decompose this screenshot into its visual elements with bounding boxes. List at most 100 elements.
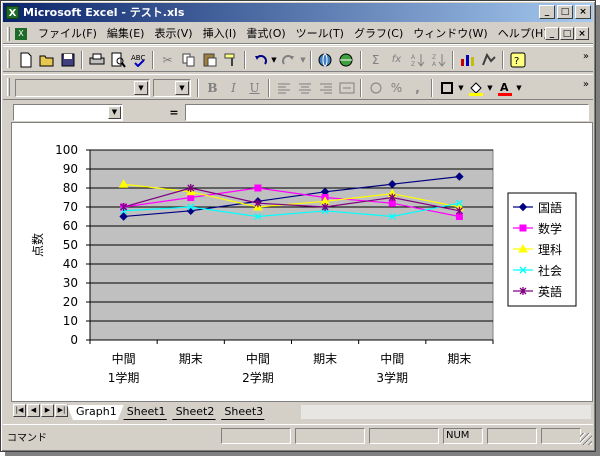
function-icon[interactable]: fx [386,49,407,70]
formula-bar: ▼ = [3,102,593,122]
standard-toolbar: ABC ✂ ▼ ▼ Σ fx AZ ZA ? » [3,46,593,72]
new-icon[interactable] [15,49,36,70]
drawing-icon[interactable] [478,49,499,70]
copy-icon[interactable] [178,49,199,70]
size-dropdown-icon[interactable]: ▼ [175,80,189,95]
last-sheet-icon[interactable]: ▶| [55,404,68,417]
menu-view[interactable]: 表示(V) [149,24,197,44]
chart-sheet[interactable]: 0 10 20 30 40 50 60 70 80 90 100 中間 1学期 期末 中間 2学期 期末 中間 3学… [11,122,593,402]
prev-sheet-icon[interactable]: ◀ [27,404,40,417]
line-chart[interactable]: 0 10 20 30 40 50 60 70 80 90 100 中間 1学期 期末 中間 2学期 期末 中間 3学… [12,123,592,401]
fill-color-dropdown-icon[interactable]: ▼ [486,84,494,92]
redo-icon[interactable] [278,49,299,70]
comma-button[interactable]: , [407,77,428,98]
web-icon[interactable] [336,49,357,70]
tab-sheet1[interactable]: Sheet1 [118,405,173,420]
underline-button[interactable]: U [244,77,265,98]
legend-marker [519,224,527,232]
close-button[interactable]: × [575,5,591,19]
x-tick-label: 中間 [380,351,404,366]
x-tick-label: 期末 [313,352,337,366]
y-tick-label: 0 [70,333,78,347]
next-sheet-icon[interactable]: ▶ [41,404,54,417]
doc-restore-button[interactable]: □ [560,27,574,40]
legend-label: 英語 [538,284,562,299]
doc-close-button[interactable]: × [575,27,589,40]
menu-file[interactable]: ファイル(F) [33,24,102,44]
menu-chart[interactable]: グラフ(C) [349,24,408,44]
font-color-icon[interactable]: A [494,77,515,98]
first-sheet-icon[interactable]: |◀ [13,404,26,417]
status-panel-5 [487,428,537,444]
formula-input[interactable] [185,104,589,121]
currency-icon[interactable] [365,77,386,98]
menu-tools[interactable]: ツール(T) [291,24,349,44]
percent-button[interactable]: % [386,77,407,98]
toolbar-grip-2[interactable] [7,78,10,96]
undo-dropdown-icon[interactable]: ▼ [270,56,278,64]
paste-icon[interactable] [199,49,220,70]
legend-label: 国語 [538,200,562,215]
svg-text:?: ? [514,56,519,67]
save-icon[interactable] [57,49,78,70]
cut-icon[interactable]: ✂ [157,49,178,70]
name-box-dropdown-icon[interactable]: ▼ [108,106,121,119]
tab-graph1[interactable]: Graph1 [67,405,124,420]
font-combo[interactable]: ▼ [15,78,150,97]
fill-color-icon[interactable] [465,77,486,98]
menu-insert[interactable]: 挿入(I) [198,24,242,44]
horizontal-scroll-area[interactable] [301,405,591,419]
office-assistant-icon[interactable]: ? [507,49,528,70]
print-icon[interactable] [86,49,107,70]
y-axis-label: 点数 [30,233,45,257]
y-tick-label: 10 [63,314,78,328]
svg-text:A: A [500,81,509,94]
document-icon[interactable]: X [15,28,27,40]
x-tick-label: 期末 [179,352,203,366]
open-icon[interactable] [36,49,57,70]
title-bar[interactable]: X Microsoft Excel - テスト.xls _ □ × [3,3,593,22]
excel-icon[interactable]: X [6,6,19,19]
minimize-button[interactable]: _ [539,5,555,19]
menu-grip[interactable] [7,27,10,41]
sort-desc-icon[interactable]: ZA [428,49,449,70]
borders-icon[interactable] [436,77,457,98]
merge-center-icon[interactable] [336,77,357,98]
menu-format[interactable]: 書式(O) [241,24,290,44]
bold-button[interactable]: B [202,77,223,98]
data-point-2 [187,194,195,201]
size-combo[interactable]: ▼ [153,78,191,97]
toolbar-grip[interactable] [7,50,10,68]
chart-wizard-icon[interactable] [457,49,478,70]
borders-dropdown-icon[interactable]: ▼ [457,84,465,92]
align-left-icon[interactable] [273,77,294,98]
size-grip[interactable] [580,433,592,445]
doc-minimize-button[interactable]: _ [545,27,559,40]
name-box[interactable]: ▼ [13,104,123,121]
align-right-icon[interactable] [315,77,336,98]
redo-dropdown-icon[interactable]: ▼ [299,56,307,64]
formatting-toolbar: ▼ ▼ B I U % , ▼ ▼ A ▼ » [3,74,593,100]
tab-sheet2[interactable]: Sheet2 [167,405,222,420]
italic-button[interactable]: I [223,77,244,98]
hyperlink-icon[interactable] [315,49,336,70]
toolbar-more-icon-2[interactable]: » [583,79,589,90]
autosum-icon[interactable]: Σ [365,49,386,70]
status-panel-3 [369,428,439,444]
undo-icon[interactable] [249,49,270,70]
font-color-dropdown-icon[interactable]: ▼ [515,84,523,92]
font-dropdown-icon[interactable]: ▼ [134,80,148,95]
toolbar-more-icon[interactable]: » [583,51,589,62]
sort-asc-icon[interactable]: AZ [407,49,428,70]
formula-equals[interactable]: = [163,104,185,121]
menu-help[interactable]: ヘルプ(H) [493,24,553,44]
print-preview-icon[interactable] [107,49,128,70]
format-painter-icon[interactable] [220,49,241,70]
y-tick-label: 70 [63,200,78,214]
tab-sheet3[interactable]: Sheet3 [215,405,270,420]
maximize-button[interactable]: □ [557,5,573,19]
menu-window[interactable]: ウィンドウ(W) [408,24,492,44]
align-center-icon[interactable] [294,77,315,98]
spellcheck-icon[interactable]: ABC [128,49,149,70]
menu-edit[interactable]: 編集(E) [102,24,150,44]
